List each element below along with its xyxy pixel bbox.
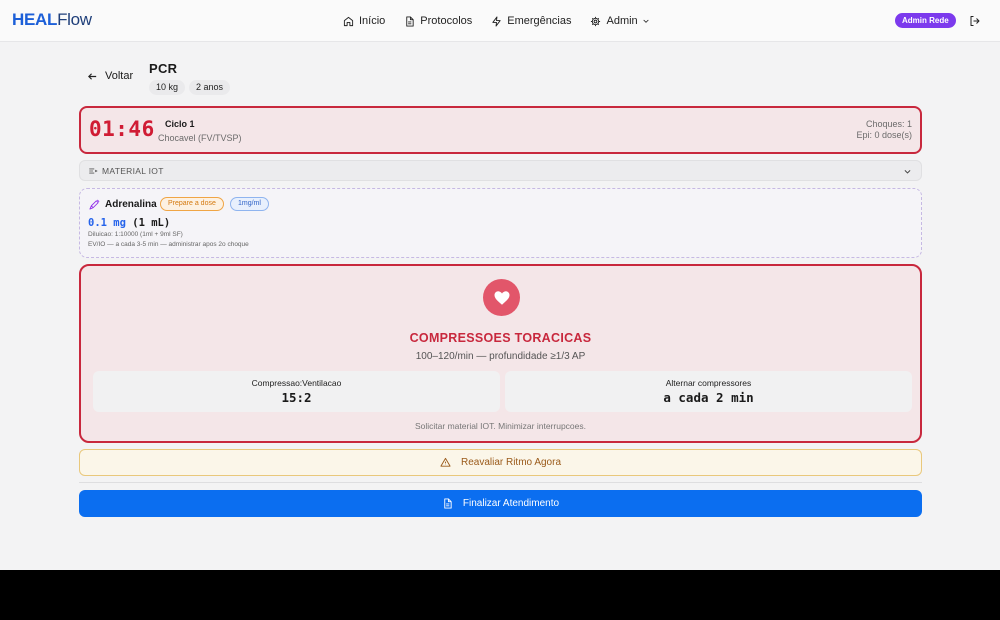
logout-button[interactable]: [969, 14, 981, 32]
drug-name: Adrenalina: [105, 199, 157, 210]
divider: [79, 482, 922, 483]
reassess-rhythm-button[interactable]: Reavaliar Ritmo Agora: [79, 449, 922, 476]
nav-item-protocolos[interactable]: Protocolos: [404, 15, 472, 27]
equipment-icon: [89, 168, 98, 174]
concentration-badge: 1mg/ml: [230, 197, 269, 211]
age-tag: 2 anos: [189, 80, 231, 95]
user-role-badge[interactable]: Admin Rede: [895, 13, 956, 28]
syringe-icon: [89, 199, 100, 210]
back-label: Voltar: [105, 70, 134, 82]
finish-label: Finalizar Atendimento: [462, 498, 560, 509]
logo-secondary-text: Flow: [57, 10, 92, 29]
document-icon: [406, 15, 414, 27]
home-icon: [343, 16, 354, 26]
timer-card: 01:46 Ciclo 1 Chocavel (FV/TVSP) Choques…: [79, 106, 922, 154]
weight-tag: 10 kg: [149, 80, 186, 95]
reassess-label: Reavaliar Ritmo Agora: [460, 457, 562, 468]
stat-ratio-label: Compressao:Ventilacao: [251, 378, 342, 388]
drug-dose: 0.1 mg (1 mL): [88, 217, 170, 229]
heart-badge: [483, 279, 520, 316]
dilution-text: Diluicao: 1:10000 (1ml + 9ml SF): [88, 231, 183, 238]
material-iot-label: MATERIAL IOT: [102, 166, 164, 176]
nav-item-admin[interactable]: Admin: [590, 15, 649, 27]
nav-label-emergencias: Emergências: [507, 15, 572, 27]
stat-rotation: Alternar compressores a cada 2 min: [505, 371, 912, 412]
cycle-label: Ciclo 1: [165, 119, 195, 129]
logo-primary-text: HEAL: [12, 10, 58, 29]
compressions-note: Solicitar material IOT. Minimizar interr…: [415, 421, 586, 431]
stat-ratio: Compressao:Ventilacao 15:2: [93, 371, 500, 412]
stat-rotation-value: a cada 2 min: [663, 390, 754, 405]
document-icon: [444, 498, 452, 509]
prepare-dose-badge: Prepare a dose: [160, 197, 224, 211]
back-button[interactable]: Voltar: [87, 70, 133, 82]
compressions-title: COMPRESSOES TORACICAS: [409, 331, 592, 345]
lightning-icon: [492, 15, 501, 27]
stat-ratio-value: 15:2: [281, 390, 312, 405]
gear-icon: [591, 16, 601, 26]
dose-mg: 0.1 mg: [88, 217, 126, 229]
page-title: PCR: [149, 61, 178, 76]
shocks-count: Choques: 1: [865, 119, 912, 129]
material-iot-toggle[interactable]: MATERIAL IOT: [79, 160, 922, 181]
route-text: EV/IO — a cada 3-5 min — administrar apo…: [88, 241, 249, 248]
heart-icon: [494, 290, 509, 305]
compressions-card: COMPRESSOES TORACICAS 100–120/min — prof…: [79, 264, 922, 443]
arrow-left-icon: [88, 72, 97, 80]
nav-item-inicio[interactable]: Início: [343, 15, 385, 27]
app-logo[interactable]: HEALFlow: [12, 10, 92, 30]
chevron-down-icon: [643, 19, 649, 23]
drug-card[interactable]: Adrenalina Prepare a dose 1mg/ml 0.1 mg …: [79, 188, 922, 258]
dose-ml: (1 mL): [132, 217, 171, 229]
finish-service-button[interactable]: Finalizar Atendimento: [79, 490, 922, 517]
nav-label-inicio: Início: [359, 15, 386, 27]
app-window: HEALFlow Início Protocolos Emergências A…: [0, 0, 1000, 570]
cpr-timer: 01:46: [89, 117, 155, 141]
nav-label-protocolos: Protocolos: [420, 15, 473, 27]
stat-rotation-label: Alternar compressores: [665, 378, 752, 388]
warning-icon: [440, 457, 451, 467]
nav-item-emergencias[interactable]: Emergências: [491, 15, 571, 27]
logout-icon: [970, 16, 980, 26]
compressions-subtitle: 100–120/min — profundidade ≥1/3 AP: [415, 351, 586, 362]
top-navbar: HEALFlow Início Protocolos Emergências A…: [0, 0, 1000, 42]
main-nav: Início Protocolos Emergências Admin: [343, 0, 669, 42]
rhythm-label: Chocavel (FV/TVSP): [158, 133, 242, 143]
chevron-down-icon: [904, 170, 911, 174]
epi-count: Epi: 0 dose(s): [856, 130, 912, 140]
nav-label-admin: Admin: [606, 15, 638, 27]
